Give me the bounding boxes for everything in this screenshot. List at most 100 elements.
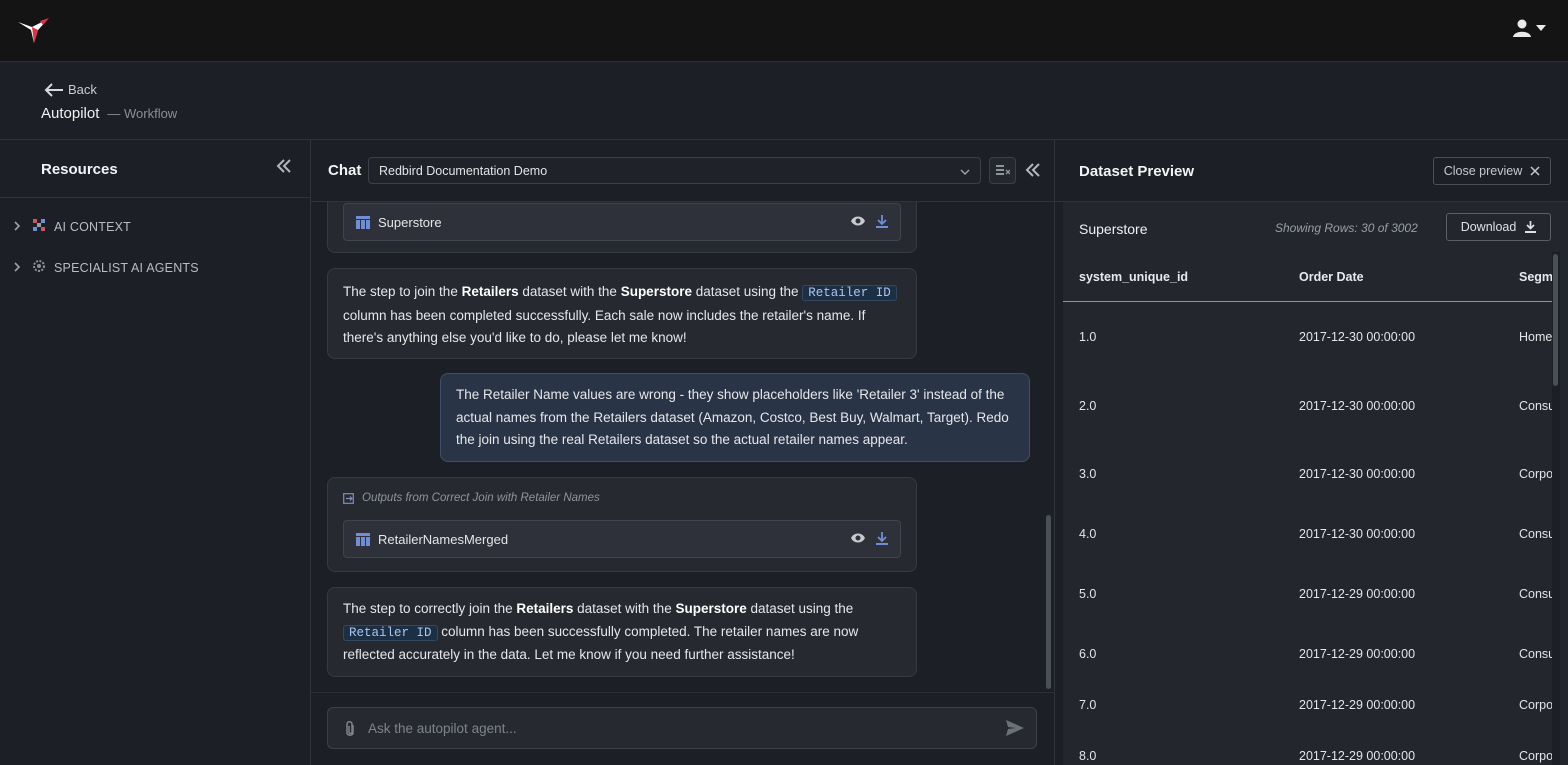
bold-text: Superstore (675, 601, 747, 616)
arrow-left-icon (44, 82, 63, 97)
table-cell: 6.0 (1079, 647, 1097, 661)
send-button[interactable] (1006, 720, 1024, 739)
table-row: 7.0 2017-12-29 00:00:00 Corporate (1063, 698, 1560, 718)
table-row: 2.0 2017-12-30 00:00:00 Consumer (1063, 399, 1560, 419)
back-button[interactable]: Back (44, 82, 97, 97)
table-cell: 5.0 (1079, 587, 1097, 601)
dataset-file-row[interactable]: RetailerNamesMerged (343, 520, 901, 558)
chat-header: Chat Redbird Documentation Demo (311, 140, 1055, 202)
download-icon[interactable] (876, 532, 888, 545)
bold-text: Retailers (461, 284, 519, 299)
chevron-right-icon (10, 220, 24, 234)
resource-item-label: SPECIALIST AI AGENTS (54, 260, 199, 275)
user-menu-button[interactable] (1512, 18, 1546, 38)
table-row: 4.0 2017-12-30 00:00:00 Consumer (1063, 527, 1560, 547)
table-cell: 2017-12-29 00:00:00 (1299, 749, 1416, 763)
resources-title: Resources (41, 161, 118, 178)
resources-panel: Resources AI CONTEXT SPECIALIST AI AGENT… (0, 140, 311, 765)
eye-icon[interactable] (850, 532, 866, 544)
table-cell: 2017-12-30 00:00:00 (1299, 467, 1416, 481)
caret-down-icon (1536, 25, 1546, 31)
dataset-name: Superstore (1079, 221, 1148, 237)
bold-text: Superstore (620, 284, 692, 299)
double-chevron-left-icon (1025, 163, 1040, 177)
user-message: The Retailer Name values are wrong - the… (440, 373, 1030, 462)
table-row: 5.0 2017-12-29 00:00:00 Consumer (1063, 587, 1560, 607)
conversation-select-value: Redbird Documentation Demo (379, 164, 548, 178)
ai-context-icon (32, 218, 46, 235)
output-icon (343, 492, 354, 504)
attach-button[interactable] (344, 720, 356, 741)
user-icon (1513, 19, 1531, 37)
dataset-file-row[interactable]: Superstore (343, 203, 901, 241)
inline-code: Retailer ID (343, 624, 438, 641)
page-title-row: Autopilot — Workflow (41, 105, 177, 122)
table-cell: 2017-12-30 00:00:00 (1299, 399, 1416, 413)
table-cell: 8.0 (1079, 749, 1097, 763)
table-icon (356, 215, 370, 229)
outputs-label: Outputs from Correct Join with Retailer … (343, 492, 600, 504)
chat-scrollbar[interactable] (1046, 515, 1051, 689)
download-icon[interactable] (876, 215, 888, 228)
dataset-preview-panel: Dataset Preview Close preview Superstore… (1055, 140, 1568, 765)
composer-area (311, 692, 1055, 765)
close-icon (1530, 166, 1540, 176)
eye-icon[interactable] (850, 215, 866, 227)
clear-list-icon (995, 164, 1010, 175)
assistant-message: The step to correctly join the Retailers… (327, 587, 917, 677)
table-cell: 3.0 (1079, 467, 1097, 481)
resource-item-ai-context[interactable]: AI CONTEXT (10, 218, 131, 235)
file-actions (850, 215, 888, 228)
resource-item-specialist-agents[interactable]: SPECIALIST AI AGENTS (10, 259, 199, 276)
assistant-message-text: The step to correctly join the Retailers… (343, 601, 859, 662)
rows-info: Showing Rows: 30 of 3002 (1275, 221, 1418, 235)
page-header: Back Autopilot — Workflow (0, 62, 1568, 140)
chat-panel: Chat Redbird Documentation Demo Supersto… (311, 140, 1055, 765)
chat-title: Chat (328, 162, 362, 179)
preview-header: Dataset Preview Close preview (1055, 140, 1568, 202)
collapse-chat-button[interactable] (1025, 162, 1041, 181)
composer (327, 707, 1037, 749)
dataset-file-name: RetailerNamesMerged (378, 531, 509, 547)
double-chevron-left-icon (276, 159, 291, 173)
table-header-row: system_unique_id Order Date Segment (1063, 252, 1560, 302)
file-actions (850, 532, 888, 545)
table-cell: 2017-12-29 00:00:00 (1299, 698, 1416, 712)
collapse-resources-button[interactable] (276, 158, 294, 176)
table-scrollbar-thumb[interactable] (1553, 254, 1558, 386)
resources-header: Resources (0, 140, 310, 198)
inline-code: Retailer ID (802, 285, 897, 301)
clear-chat-button[interactable] (989, 157, 1016, 184)
paperclip-icon (346, 721, 354, 736)
download-button[interactable]: Download (1446, 213, 1551, 241)
send-icon (1006, 720, 1024, 736)
page-subtitle: — Workflow (107, 106, 178, 121)
assistant-message-text: The step to join the Retailers dataset w… (343, 281, 902, 350)
download-icon (1525, 221, 1537, 233)
close-preview-label: Close preview (1443, 164, 1523, 178)
assistant-message: The step to join the Retailers dataset w… (327, 268, 917, 359)
resource-item-label: AI CONTEXT (54, 219, 132, 234)
table-cell: 2017-12-29 00:00:00 (1299, 587, 1416, 601)
back-label: Back (68, 82, 97, 97)
column-header[interactable]: system_unique_id (1079, 270, 1188, 284)
chevron-down-icon (960, 165, 970, 179)
data-table[interactable]: system_unique_id Order Date Segment 1.0 … (1063, 252, 1560, 765)
page-title: Autopilot (41, 105, 100, 122)
column-header[interactable]: Order Date (1299, 270, 1364, 284)
table-scrollbar[interactable] (1552, 252, 1560, 765)
conversation-select[interactable]: Redbird Documentation Demo (368, 157, 981, 184)
table-cell: 2017-12-30 00:00:00 (1299, 527, 1416, 541)
preview-body: Superstore Showing Rows: 30 of 3002 Down… (1063, 202, 1568, 765)
chat-input[interactable] (368, 708, 988, 748)
table-cell: 7.0 (1079, 698, 1097, 712)
user-message-text: The Retailer Name values are wrong - the… (456, 387, 1009, 447)
table-row: 8.0 2017-12-29 00:00:00 Corporate (1063, 749, 1560, 765)
close-preview-button[interactable]: Close preview (1433, 157, 1551, 185)
table-cell: 2017-12-29 00:00:00 (1299, 647, 1416, 661)
bold-text: Retailers (516, 601, 574, 616)
message-list[interactable]: Superstore The step to join the Retailer… (311, 202, 1055, 692)
hummingbird-icon[interactable] (16, 16, 50, 46)
table-row: 1.0 2017-12-30 00:00:00 Home Office (1063, 330, 1560, 350)
agent-gear-icon (32, 259, 46, 276)
